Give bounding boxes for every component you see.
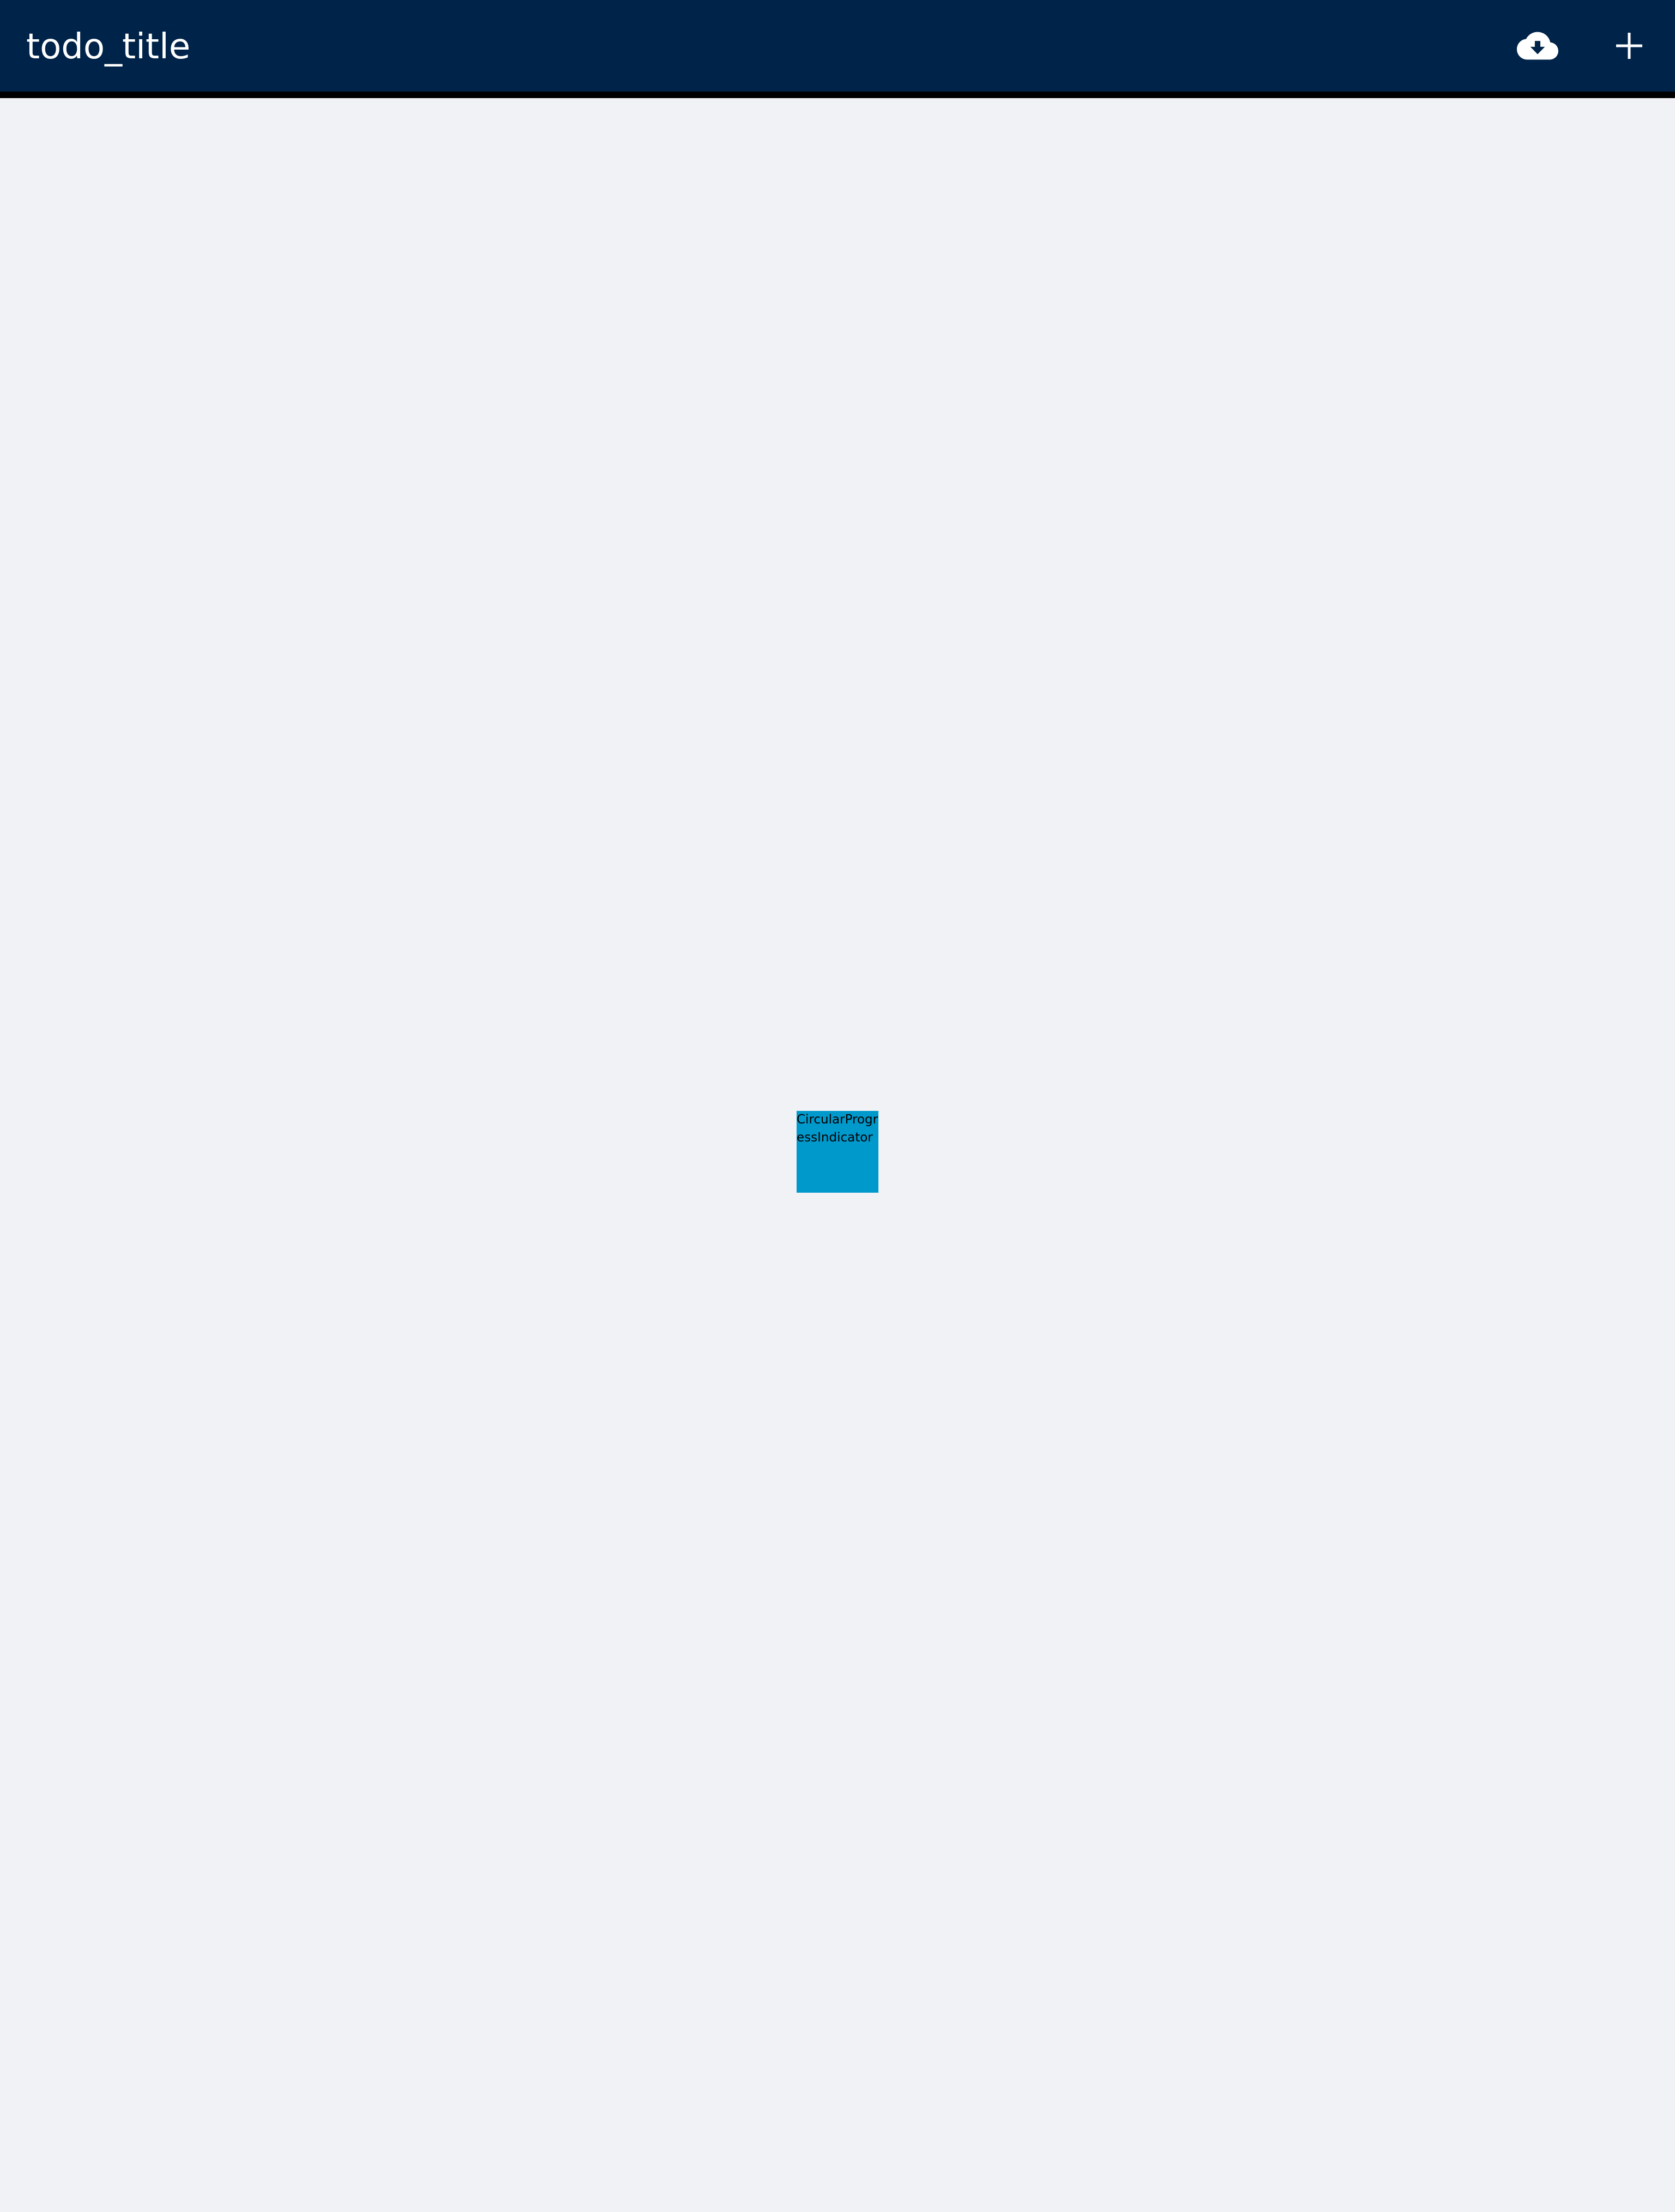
progress-indicator-label: CircularProgressIndicator	[797, 1113, 878, 1145]
cloud-download-button[interactable]	[1511, 20, 1564, 72]
add-icon	[1616, 33, 1642, 59]
app-title: todo_title	[26, 27, 191, 67]
app-bar: todo_title	[0, 0, 1675, 98]
cloud-download-icon	[1517, 32, 1558, 60]
circular-progress-indicator: CircularProgressIndicator	[797, 1111, 878, 1193]
add-button[interactable]	[1603, 20, 1655, 72]
